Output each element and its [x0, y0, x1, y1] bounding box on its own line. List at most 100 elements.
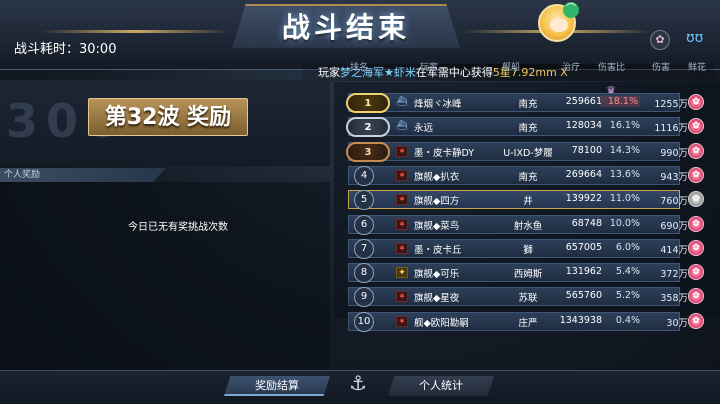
player-name: 烽烟ヾ冰峰 [414, 99, 462, 110]
rank-badge: 7 [354, 239, 374, 259]
damage-ratio: 18.1% [600, 96, 640, 107]
ranking-row[interactable]: 3 ✶ 墨・皮卡静DY U-IXD-梦履 78100 14.3% 990万 ✿ [334, 141, 720, 162]
repair-value: 68748 [571, 218, 602, 229]
fleet-flag-icon: ✦ [396, 267, 408, 278]
repair-value: 657005 [565, 242, 602, 253]
player-name: 墨・皮卡静DY [414, 148, 475, 159]
player-name: 旗舰◆扒衣 [414, 172, 460, 183]
damage-value: 1116万 [654, 123, 688, 134]
ranking-row[interactable]: 8 ✦ 旗舰◆可乐 西姆斯 131962 5.4% 372万 ✿ [334, 262, 720, 283]
player-name: 旗舰◆星夜 [414, 293, 460, 304]
damage-ratio: 10.0% [609, 218, 640, 229]
repair-value: 259661 [565, 96, 602, 107]
page-title: 战斗结束 [281, 11, 410, 44]
ship-icon: ⛴ [396, 97, 408, 107]
rank-badge: 4 [354, 166, 374, 186]
flower-icon[interactable]: ✿ [688, 216, 704, 232]
fleet-flag-icon: ✶ [396, 219, 408, 230]
ranking-row[interactable]: 1 ⛴ 烽烟ヾ冰峰 南充 259661 18.1% 1255万 ✿ [334, 92, 720, 113]
battle-time: 战斗耗时：30:00 [14, 42, 117, 57]
ranking-row[interactable]: 4 ✶ 旗舰◆扒衣 南充 269664 13.6% 943万 ✿ [334, 165, 720, 186]
ship-icon: ⛴ [396, 121, 408, 131]
repair-value: 78100 [571, 145, 602, 156]
wifi-icon: ⌒ [563, 2, 579, 18]
tab-personal-stats[interactable]: 个人统计 [388, 376, 494, 396]
repair-value: 131962 [565, 266, 602, 277]
rank-badge: 2 [346, 117, 390, 137]
damage-value: 943万 [660, 172, 688, 183]
damage-value: 760万 [660, 196, 688, 207]
col-damage: 伤害 [652, 63, 671, 73]
rank-badge: 9 [354, 287, 374, 307]
damage-ratio: 11.0% [609, 193, 640, 204]
flower-toggle-icon[interactable]: ✿ [650, 30, 670, 50]
damage-ratio: 5.2% [615, 290, 640, 301]
ranking-row[interactable]: 5 ✶ 旗舰◆四方井 139922 11.0% 760万 ✿ [334, 189, 720, 210]
damage-value: 990万 [660, 148, 688, 159]
col-player: 玩家 [420, 63, 439, 73]
flower-icon[interactable]: ✿ [688, 191, 704, 207]
rank-badge: 6 [354, 215, 374, 235]
navy-emblem-icon: ⚓ [349, 371, 367, 395]
fleet-flag-icon: ✶ [396, 316, 408, 327]
ranking-row[interactable]: 9 ✶ 旗舰◆星夜 苏联 565760 5.2% 358万 ✿ [334, 286, 720, 307]
share-icon[interactable]: ʊʊ [686, 30, 703, 46]
repair-value: 565760 [565, 290, 602, 301]
flower-icon[interactable]: ✿ [688, 240, 704, 256]
damage-value: 30万 [666, 318, 688, 329]
col-flower: 鲜花 [688, 63, 707, 73]
damage-ratio: 5.4% [615, 266, 640, 277]
fleet-flag-icon: ✶ [396, 146, 408, 157]
col-damage-ratio: 伤害比 [598, 63, 626, 73]
repair-value: 128034 [565, 120, 602, 131]
player-name: 舰◆欧阳勘嗣 [414, 318, 469, 329]
repair-value: 1343938 [559, 315, 602, 326]
flower-icon[interactable]: ✿ [688, 94, 704, 110]
damage-ratio: 16.1% [609, 120, 640, 131]
flower-icon[interactable]: ✿ [688, 167, 704, 183]
wave-reward-title: 第32波 奖励 [88, 98, 248, 136]
repair-value: 139922 [565, 193, 602, 204]
repair-value: 269664 [565, 169, 602, 180]
ranking-row[interactable]: 6 ✶ 旗舰◆菜鸟 射水鱼 68748 10.0% 690万 ✿ [334, 214, 720, 235]
col-ship: 舰船 [502, 63, 521, 73]
fleet-flag-icon: ✶ [396, 194, 408, 205]
fleet-flag-icon: ✶ [396, 291, 408, 302]
damage-ratio: 0.4% [615, 315, 640, 326]
damage-ratio: 6.0% [615, 242, 640, 253]
title-wing-left [40, 30, 230, 33]
tab-reward-settlement[interactable]: 奖励结算 [224, 376, 330, 396]
col-repair: 治疗 [562, 63, 581, 73]
player-name: 永远 [414, 123, 434, 134]
broadcast-prefix: 玩家 [318, 66, 340, 79]
avatar-face [550, 18, 568, 32]
rank-badge: 8 [354, 263, 374, 283]
flower-icon[interactable]: ✿ [688, 264, 704, 280]
player-name: 旗舰◆可乐 [414, 269, 460, 280]
fleet-flag-icon: ✶ [396, 170, 408, 181]
damage-value: 414万 [660, 245, 688, 256]
flower-icon[interactable]: ✿ [688, 288, 704, 304]
personal-reward-header: 个人奖励 [0, 168, 166, 182]
ranking-row[interactable]: 2 ⛴ 永远 南充 128034 16.1% 1116万 ✿ [334, 116, 720, 137]
damage-value: 358万 [660, 293, 688, 304]
no-reward-text: 今日已无有奖挑战次数 [128, 222, 228, 233]
rank-badge: 10 [354, 312, 374, 332]
player-name: 墨・皮卡丘 [414, 245, 462, 256]
ranking-row[interactable]: 7 ✶ 墨・皮卡丘獅 657005 6.0% 414万 ✿ [334, 238, 720, 259]
col-rank: 排名 [350, 63, 369, 73]
flower-icon[interactable]: ✿ [688, 143, 704, 159]
damage-ratio: 13.6% [609, 169, 640, 180]
ranking-row[interactable]: 10 ✶ 舰◆欧阳勘嗣 庄严 1343938 0.4% 30万 ✿ [334, 311, 720, 332]
player-name: 旗舰◆菜鸟 [414, 221, 460, 232]
rank-badge: 5 [354, 190, 374, 210]
damage-value: 690万 [660, 221, 688, 232]
personal-reward-body [0, 182, 330, 372]
rank-badge: 1 [346, 93, 390, 113]
damage-value: 1255万 [654, 99, 688, 110]
flower-icon[interactable]: ✿ [688, 313, 704, 329]
damage-value: 372万 [660, 269, 688, 280]
fleet-flag-icon: ✶ [396, 243, 408, 254]
player-name: 旗舰◆四方 [414, 196, 460, 207]
flower-icon[interactable]: ✿ [688, 118, 704, 134]
